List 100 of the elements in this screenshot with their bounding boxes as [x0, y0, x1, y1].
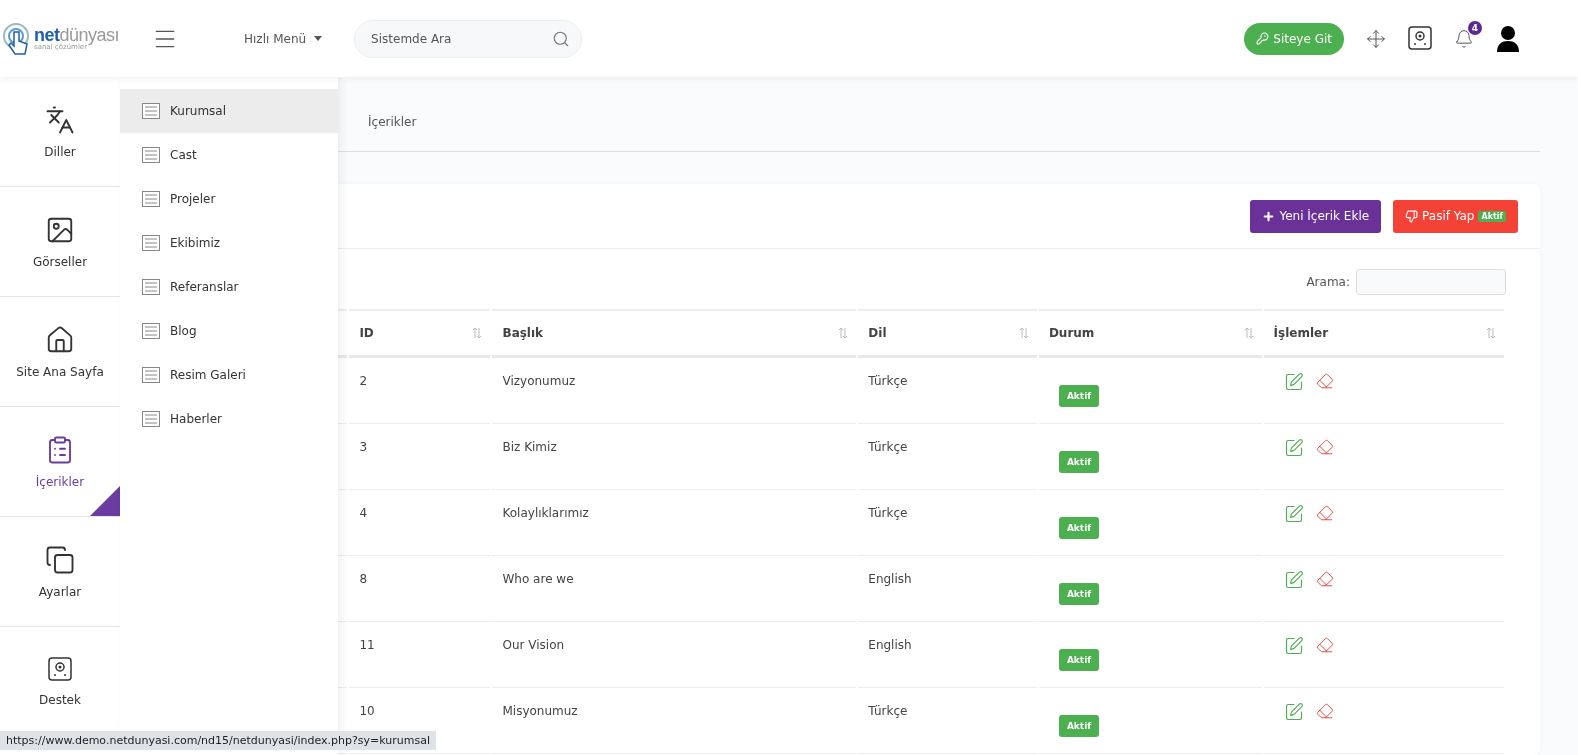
edit-icon[interactable]	[1283, 372, 1304, 392]
sort-icon[interactable]	[1243, 327, 1254, 339]
column-header[interactable]: ID	[359, 326, 374, 340]
status-badge: Aktif	[1058, 451, 1100, 473]
table-search-field[interactable]	[1356, 269, 1506, 295]
submenu-label: Blog	[170, 324, 197, 338]
page-icon	[142, 279, 160, 295]
column-header[interactable]: Dil	[868, 326, 887, 340]
table-cell: English	[868, 572, 912, 586]
page-icon	[142, 147, 160, 163]
eraser-icon[interactable]	[1315, 438, 1334, 456]
table-cell: 11	[359, 638, 375, 652]
speaker-icon[interactable]	[1408, 25, 1432, 52]
eraser-icon[interactable]	[1315, 570, 1334, 588]
submenu-label: Cast	[170, 148, 197, 162]
status-url-tooltip: https://www.demo.netdunyasi.com/nd15/netdunyasi/index.php?sy=kurumsal	[0, 731, 437, 750]
submenu-item[interactable]: Haberler	[120, 397, 338, 441]
sidebar-icon	[45, 544, 75, 575]
breadcrumb: İçerikler	[368, 115, 417, 129]
edit-icon[interactable]	[1283, 504, 1304, 524]
key-icon	[1256, 32, 1270, 45]
table-cell: Vizyonumuz	[502, 374, 576, 388]
submenu-label: Ekibimiz	[170, 236, 221, 250]
status-badge: Aktif	[1058, 583, 1100, 605]
submenu-item[interactable]: Cast	[120, 133, 338, 177]
sidebar-label: İçerikler	[35, 474, 85, 489]
edit-icon[interactable]	[1283, 636, 1304, 656]
submenu-label: Kurumsal	[170, 104, 227, 118]
table-cell: Türkçe	[868, 374, 908, 388]
plus-icon	[1262, 209, 1276, 223]
eraser-icon[interactable]	[1315, 702, 1334, 720]
table-cell: 8	[359, 572, 367, 586]
submenu-item[interactable]: Blog	[120, 309, 338, 353]
submenu-item[interactable]: Kurumsal	[120, 89, 338, 133]
edit-icon[interactable]	[1283, 702, 1304, 722]
sort-icon[interactable]	[1486, 327, 1496, 339]
page-icon	[142, 367, 160, 383]
status-badge: Aktif	[1058, 385, 1100, 407]
sidebar-icon	[45, 104, 75, 135]
quick-menu-dropdown[interactable]: Hızlı Menü	[238, 30, 329, 47]
notification-count: 4	[1468, 20, 1482, 35]
sidebar-label: Görseller	[32, 254, 88, 269]
column-header[interactable]: Durum	[1048, 326, 1095, 340]
page-icon	[142, 235, 160, 251]
edit-icon[interactable]	[1283, 570, 1304, 590]
edit-icon[interactable]	[1283, 438, 1304, 458]
table-cell: 10	[359, 704, 375, 718]
submenu-label: Haberler	[170, 412, 222, 426]
search-field[interactable]: Sistemde Ara	[354, 19, 583, 58]
logo-name: netdünyası	[34, 26, 120, 44]
eraser-icon[interactable]	[1315, 636, 1334, 654]
submenu-item[interactable]: Ekibimiz	[120, 221, 338, 265]
speaker-icon	[48, 656, 72, 683]
table-cell: Biz Kimiz	[502, 440, 557, 454]
table-cell: Türkçe	[868, 704, 908, 718]
eraser-icon[interactable]	[1315, 372, 1334, 390]
submenu-item[interactable]: Projeler	[120, 177, 338, 221]
user-avatar-icon[interactable]	[1496, 25, 1520, 52]
table-cell: Türkçe	[868, 506, 908, 520]
make-passive-button[interactable]: Pasif Yap Aktif	[1393, 199, 1518, 233]
column-header[interactable]: İşlemler	[1273, 326, 1329, 340]
status-badge: Aktif	[1058, 715, 1100, 737]
sidebar-label: Diller	[44, 144, 76, 159]
table-cell: Kolaylıklarımız	[502, 506, 589, 520]
page-icon	[142, 411, 160, 427]
submenu-label: Resim Galeri	[170, 368, 246, 382]
table-cell: 2	[359, 374, 367, 388]
notification-bell-icon[interactable]	[1454, 28, 1474, 49]
table-cell: 3	[359, 440, 367, 454]
table-cell: Misyonumuz	[502, 704, 578, 718]
table-cell: Our Vision	[502, 638, 565, 652]
table-cell: Türkçe	[868, 440, 908, 454]
submenu-item[interactable]: Resim Galeri	[120, 353, 338, 397]
page-icon	[142, 103, 160, 119]
sidebar-label: Site Ana Sayfa	[16, 364, 104, 379]
thumbs-down-icon	[1405, 209, 1419, 223]
status-tag: Aktif	[1478, 210, 1506, 222]
column-header[interactable]: Başlık	[502, 326, 544, 340]
submenu-label: Projeler	[170, 192, 216, 206]
page-icon	[142, 191, 160, 207]
search-label: Arama:	[1306, 275, 1350, 289]
sidebar-label: Ayarlar	[38, 584, 82, 599]
sidebar-icon	[45, 324, 75, 355]
sidebar-label: Destek	[39, 692, 81, 707]
sort-icon[interactable]	[472, 327, 483, 339]
page-icon	[142, 323, 160, 339]
search-icon[interactable]	[552, 29, 571, 48]
eraser-icon[interactable]	[1315, 504, 1334, 522]
sort-icon[interactable]	[1018, 327, 1029, 339]
table-cell: 4	[359, 506, 367, 520]
caret-icon	[314, 36, 323, 41]
sort-icon[interactable]	[838, 327, 849, 339]
submenu-item[interactable]: Referanslar	[120, 265, 338, 309]
add-content-button[interactable]: Yeni İçerik Ekle	[1250, 199, 1382, 233]
status-badge: Aktif	[1058, 649, 1100, 671]
submenu-label: Referanslar	[170, 280, 239, 294]
table-cell: English	[868, 638, 912, 652]
fullscreen-icon[interactable]	[1366, 28, 1386, 49]
status-badge: Aktif	[1058, 517, 1100, 539]
table-cell: Who are we	[502, 572, 574, 586]
